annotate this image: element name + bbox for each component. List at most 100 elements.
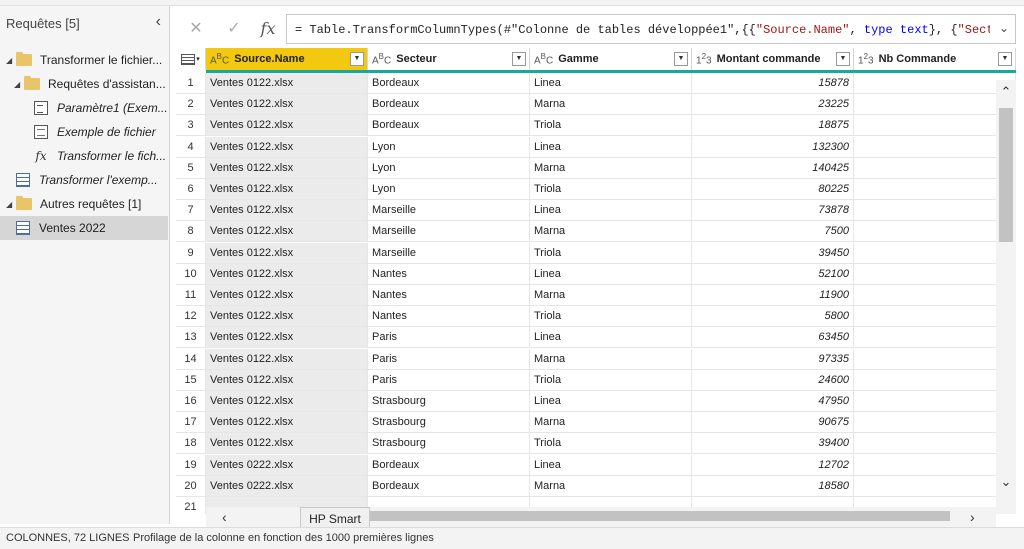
table-cell[interactable]: Ventes 0122.xlsx — [206, 200, 368, 222]
query-item[interactable]: ◢ Requêtes d'assistan... — [0, 72, 168, 96]
table-cell[interactable]: Ventes 0122.xlsx — [206, 221, 368, 243]
table-cell[interactable]: 18580 — [692, 475, 854, 497]
table-cell[interactable]: 3 — [854, 327, 1016, 349]
table-cell[interactable]: Linea — [530, 136, 692, 158]
table-cell[interactable]: Ventes 0122.xlsx — [206, 327, 368, 349]
table-cell[interactable]: Lyon — [368, 136, 530, 158]
table-cell[interactable]: 7500 — [692, 221, 854, 243]
table-cell[interactable]: Paris — [368, 327, 530, 349]
column-header[interactable]: 123 Nb Commande ▼ — [854, 48, 1016, 70]
query-item[interactable]: ◢ Transformer le fichier... — [0, 48, 168, 72]
table-cell[interactable]: Strasbourg — [368, 412, 530, 434]
scroll-left-icon[interactable]: ‹ — [222, 509, 227, 525]
column-filter-dropdown-icon[interactable]: ▼ — [836, 52, 850, 66]
table-cell[interactable]: Marna — [530, 412, 692, 434]
column-header[interactable]: ABC Gamme ▼ — [530, 48, 692, 70]
table-cell[interactable]: 80225 — [692, 179, 854, 200]
column-header[interactable]: ABC Secteur ▼ — [368, 48, 530, 70]
table-cell[interactable]: Marna — [530, 475, 692, 497]
table-cell[interactable] — [854, 73, 1016, 94]
table-cell[interactable]: Marseille — [368, 221, 530, 243]
table-cell[interactable]: 11900 — [692, 285, 854, 306]
row-number[interactable]: 3 — [176, 115, 206, 137]
column-header[interactable]: 123 Montant commande ▼ — [692, 48, 854, 70]
table-cell[interactable]: Triola — [530, 242, 692, 264]
column-filter-dropdown-icon[interactable]: ▼ — [512, 52, 526, 66]
row-number[interactable]: 18 — [176, 433, 206, 455]
expand-triangle-icon[interactable]: ◢ — [6, 200, 16, 209]
table-cell[interactable]: 6 — [854, 136, 1016, 158]
table-cell[interactable]: Nantes — [368, 263, 530, 285]
scroll-right-icon[interactable]: › — [970, 509, 975, 525]
table-cell[interactable]: 140425 — [692, 157, 854, 179]
table-cell[interactable]: 12702 — [692, 454, 854, 476]
table-cell[interactable]: Ventes 0122.xlsx — [206, 263, 368, 285]
table-cell[interactable]: Ventes 0222.xlsx — [206, 475, 368, 497]
row-number[interactable]: 17 — [176, 412, 206, 434]
insert-function-button[interactable]: fx — [252, 14, 284, 44]
table-cell[interactable]: 52100 — [692, 263, 854, 285]
table-cell[interactable] — [854, 454, 1016, 476]
table-cell[interactable]: Linea — [530, 263, 692, 285]
table-cell[interactable]: Ventes 0122.xlsx — [206, 369, 368, 391]
table-cell[interactable] — [854, 306, 1016, 328]
query-item[interactable]: fx Transformer le fich... — [0, 144, 168, 168]
column-filter-dropdown-icon[interactable]: ▼ — [350, 52, 364, 66]
row-number[interactable]: 7 — [176, 200, 206, 222]
table-cell[interactable]: Ventes 0122.xlsx — [206, 412, 368, 434]
expand-formula-icon[interactable]: ⌄ — [999, 21, 1009, 35]
table-cell[interactable]: Ventes 0122.xlsx — [206, 242, 368, 264]
row-number[interactable]: 5 — [176, 157, 206, 179]
table-cell[interactable]: 18875 — [692, 115, 854, 137]
table-cell[interactable]: Triola — [530, 179, 692, 200]
row-number[interactable]: 10 — [176, 263, 206, 285]
vertical-scroll-thumb[interactable] — [999, 108, 1013, 242]
query-item[interactable]: Exemple de fichier — [0, 120, 168, 144]
table-cell[interactable]: 2 — [854, 391, 1016, 412]
table-cell[interactable]: Marna — [530, 285, 692, 306]
column-header[interactable]: ABC Source.Name ▼ — [206, 48, 368, 70]
table-cell[interactable] — [854, 115, 1016, 137]
table-cell[interactable]: Marna — [530, 157, 692, 179]
table-cell[interactable] — [854, 475, 1016, 497]
row-number[interactable]: 13 — [176, 327, 206, 349]
table-cell[interactable]: Ventes 0122.xlsx — [206, 391, 368, 412]
table-cell[interactable]: Paris — [368, 348, 530, 370]
expand-triangle-icon[interactable]: ◢ — [6, 56, 16, 65]
apply-formula-button[interactable]: ✓ — [218, 14, 250, 44]
expand-triangle-icon[interactable]: ◢ — [14, 80, 24, 89]
table-cell[interactable]: 90675 — [692, 412, 854, 434]
text-type-icon[interactable]: ABC — [534, 52, 553, 66]
table-menu-button[interactable]: ▾ — [176, 48, 206, 70]
horizontal-scroll-thumb[interactable] — [366, 511, 950, 521]
table-cell[interactable]: 39450 — [692, 242, 854, 264]
query-item[interactable]: Ventes 2022 — [0, 216, 168, 240]
table-cell[interactable]: 97335 — [692, 348, 854, 370]
row-number[interactable]: 4 — [176, 136, 206, 158]
scroll-up-icon[interactable]: ⌃ — [996, 84, 1016, 100]
table-cell[interactable]: Ventes 0122.xlsx — [206, 73, 368, 94]
row-number[interactable]: 9 — [176, 242, 206, 264]
table-cell[interactable]: 63450 — [692, 327, 854, 349]
table-cell[interactable]: Nantes — [368, 306, 530, 328]
table-cell[interactable]: Ventes 0122.xlsx — [206, 179, 368, 200]
table-cell[interactable]: Ventes 0122.xlsx — [206, 136, 368, 158]
table-cell[interactable]: Linea — [530, 200, 692, 222]
table-cell[interactable] — [854, 285, 1016, 306]
row-number[interactable]: 20 — [176, 475, 206, 497]
table-cell[interactable]: Triola — [530, 115, 692, 137]
query-item[interactable]: Paramètre1 (Exem... — [0, 96, 168, 120]
row-number[interactable]: 16 — [176, 391, 206, 412]
row-number[interactable]: 6 — [176, 179, 206, 200]
row-number[interactable]: 12 — [176, 306, 206, 328]
formula-input[interactable]: = Table.TransformColumnTypes(#"Colonne d… — [286, 14, 1016, 44]
table-cell[interactable]: 39400 — [692, 433, 854, 455]
row-number[interactable]: 2 — [176, 94, 206, 116]
table-cell[interactable] — [854, 221, 1016, 243]
cancel-formula-button[interactable]: ✕ — [180, 14, 212, 44]
table-cell[interactable]: Ventes 0122.xlsx — [206, 115, 368, 137]
table-cell[interactable]: Bordeaux — [368, 475, 530, 497]
table-cell[interactable]: Marna — [530, 94, 692, 116]
column-filter-dropdown-icon[interactable]: ▼ — [674, 52, 688, 66]
text-type-icon[interactable]: ABC — [210, 52, 229, 66]
